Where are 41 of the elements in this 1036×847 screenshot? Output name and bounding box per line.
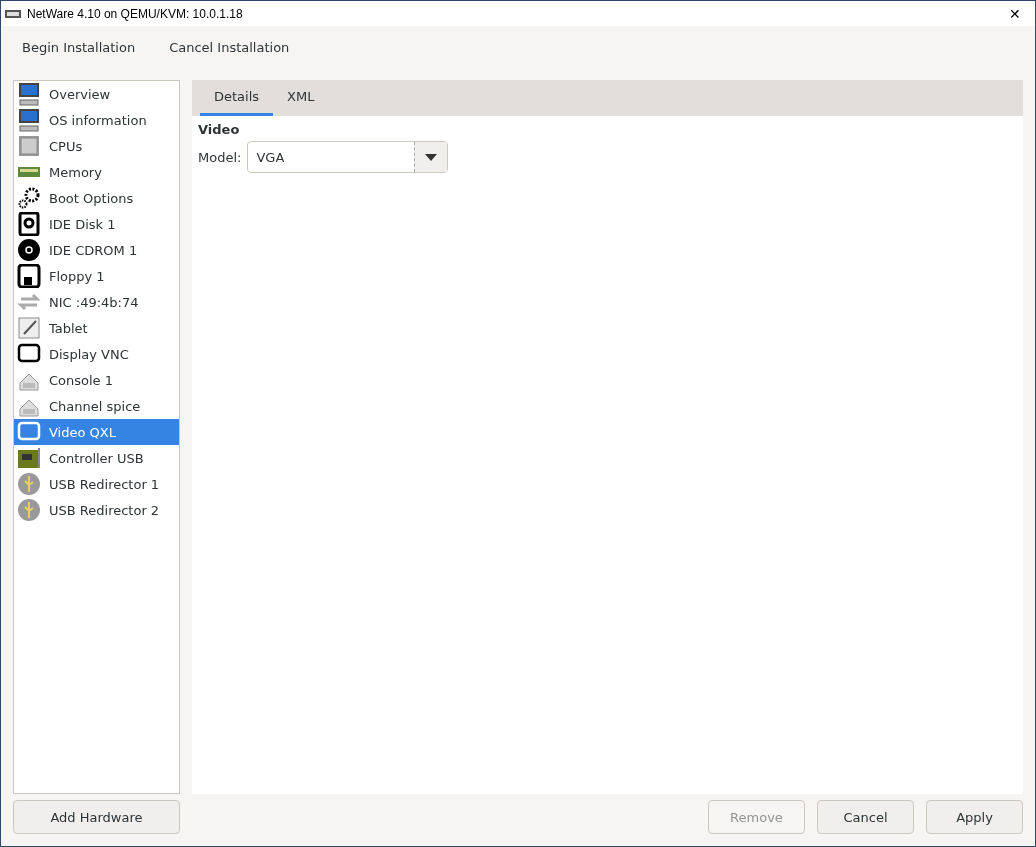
add-hardware-button[interactable]: Add Hardware bbox=[13, 800, 180, 834]
close-button[interactable]: ✕ bbox=[995, 1, 1035, 26]
hardware-item[interactable]: Video QXL bbox=[14, 419, 179, 445]
chip-icon bbox=[17, 134, 41, 158]
computer-icon bbox=[17, 82, 41, 106]
disc-icon bbox=[17, 238, 41, 262]
hardware-item[interactable]: Console 1 bbox=[14, 367, 179, 393]
window-title: NetWare 4.10 on QEMU/KVM: 10.0.1.18 bbox=[27, 6, 243, 21]
section-heading: Video bbox=[198, 122, 241, 137]
computer-icon bbox=[17, 108, 41, 132]
app-icon bbox=[5, 8, 21, 19]
hardware-item[interactable]: Channel spice bbox=[14, 393, 179, 419]
field-label: Model: bbox=[198, 149, 242, 165]
toolbar-button[interactable]: Cancel Installation bbox=[157, 35, 302, 59]
gears-icon bbox=[17, 186, 41, 210]
model-dropdown[interactable]: VGA bbox=[247, 141, 449, 173]
hardware-item[interactable]: Tablet bbox=[14, 315, 179, 341]
dialog-button[interactable]: Apply bbox=[926, 800, 1023, 834]
hardware-item[interactable]: NIC :49:4b:74 bbox=[14, 289, 179, 315]
hardware-item[interactable]: Overview bbox=[14, 81, 179, 107]
usb-icon bbox=[17, 472, 41, 496]
hardware-item[interactable]: USB Redirector 2 bbox=[14, 497, 179, 523]
hardware-item[interactable]: Memory bbox=[14, 159, 179, 185]
dialog-button[interactable]: Cancel bbox=[817, 800, 914, 834]
floppy-icon bbox=[17, 264, 41, 288]
hardware-item[interactable]: Display VNC bbox=[14, 341, 179, 367]
hardware-item[interactable]: IDE CDROM 1 bbox=[14, 237, 179, 263]
usb-icon bbox=[17, 498, 41, 522]
caret-icon bbox=[425, 153, 438, 161]
tab[interactable]: Details bbox=[200, 80, 274, 116]
tab[interactable]: XML bbox=[273, 80, 329, 116]
card-icon bbox=[17, 446, 41, 470]
hardware-item[interactable]: OS information bbox=[14, 107, 179, 133]
hardware-item[interactable]: Boot Options bbox=[14, 185, 179, 211]
hardware-item[interactable]: Controller USB bbox=[14, 445, 179, 471]
tablet-icon bbox=[17, 316, 41, 340]
hardware-item[interactable]: USB Redirector 1 bbox=[14, 471, 179, 497]
hardware-item[interactable]: CPUs bbox=[14, 133, 179, 159]
hardware-item[interactable]: Floppy 1 bbox=[14, 263, 179, 289]
hardware-item[interactable]: IDE Disk 1 bbox=[14, 211, 179, 237]
toolbar-button[interactable]: Begin Installation bbox=[10, 35, 148, 59]
